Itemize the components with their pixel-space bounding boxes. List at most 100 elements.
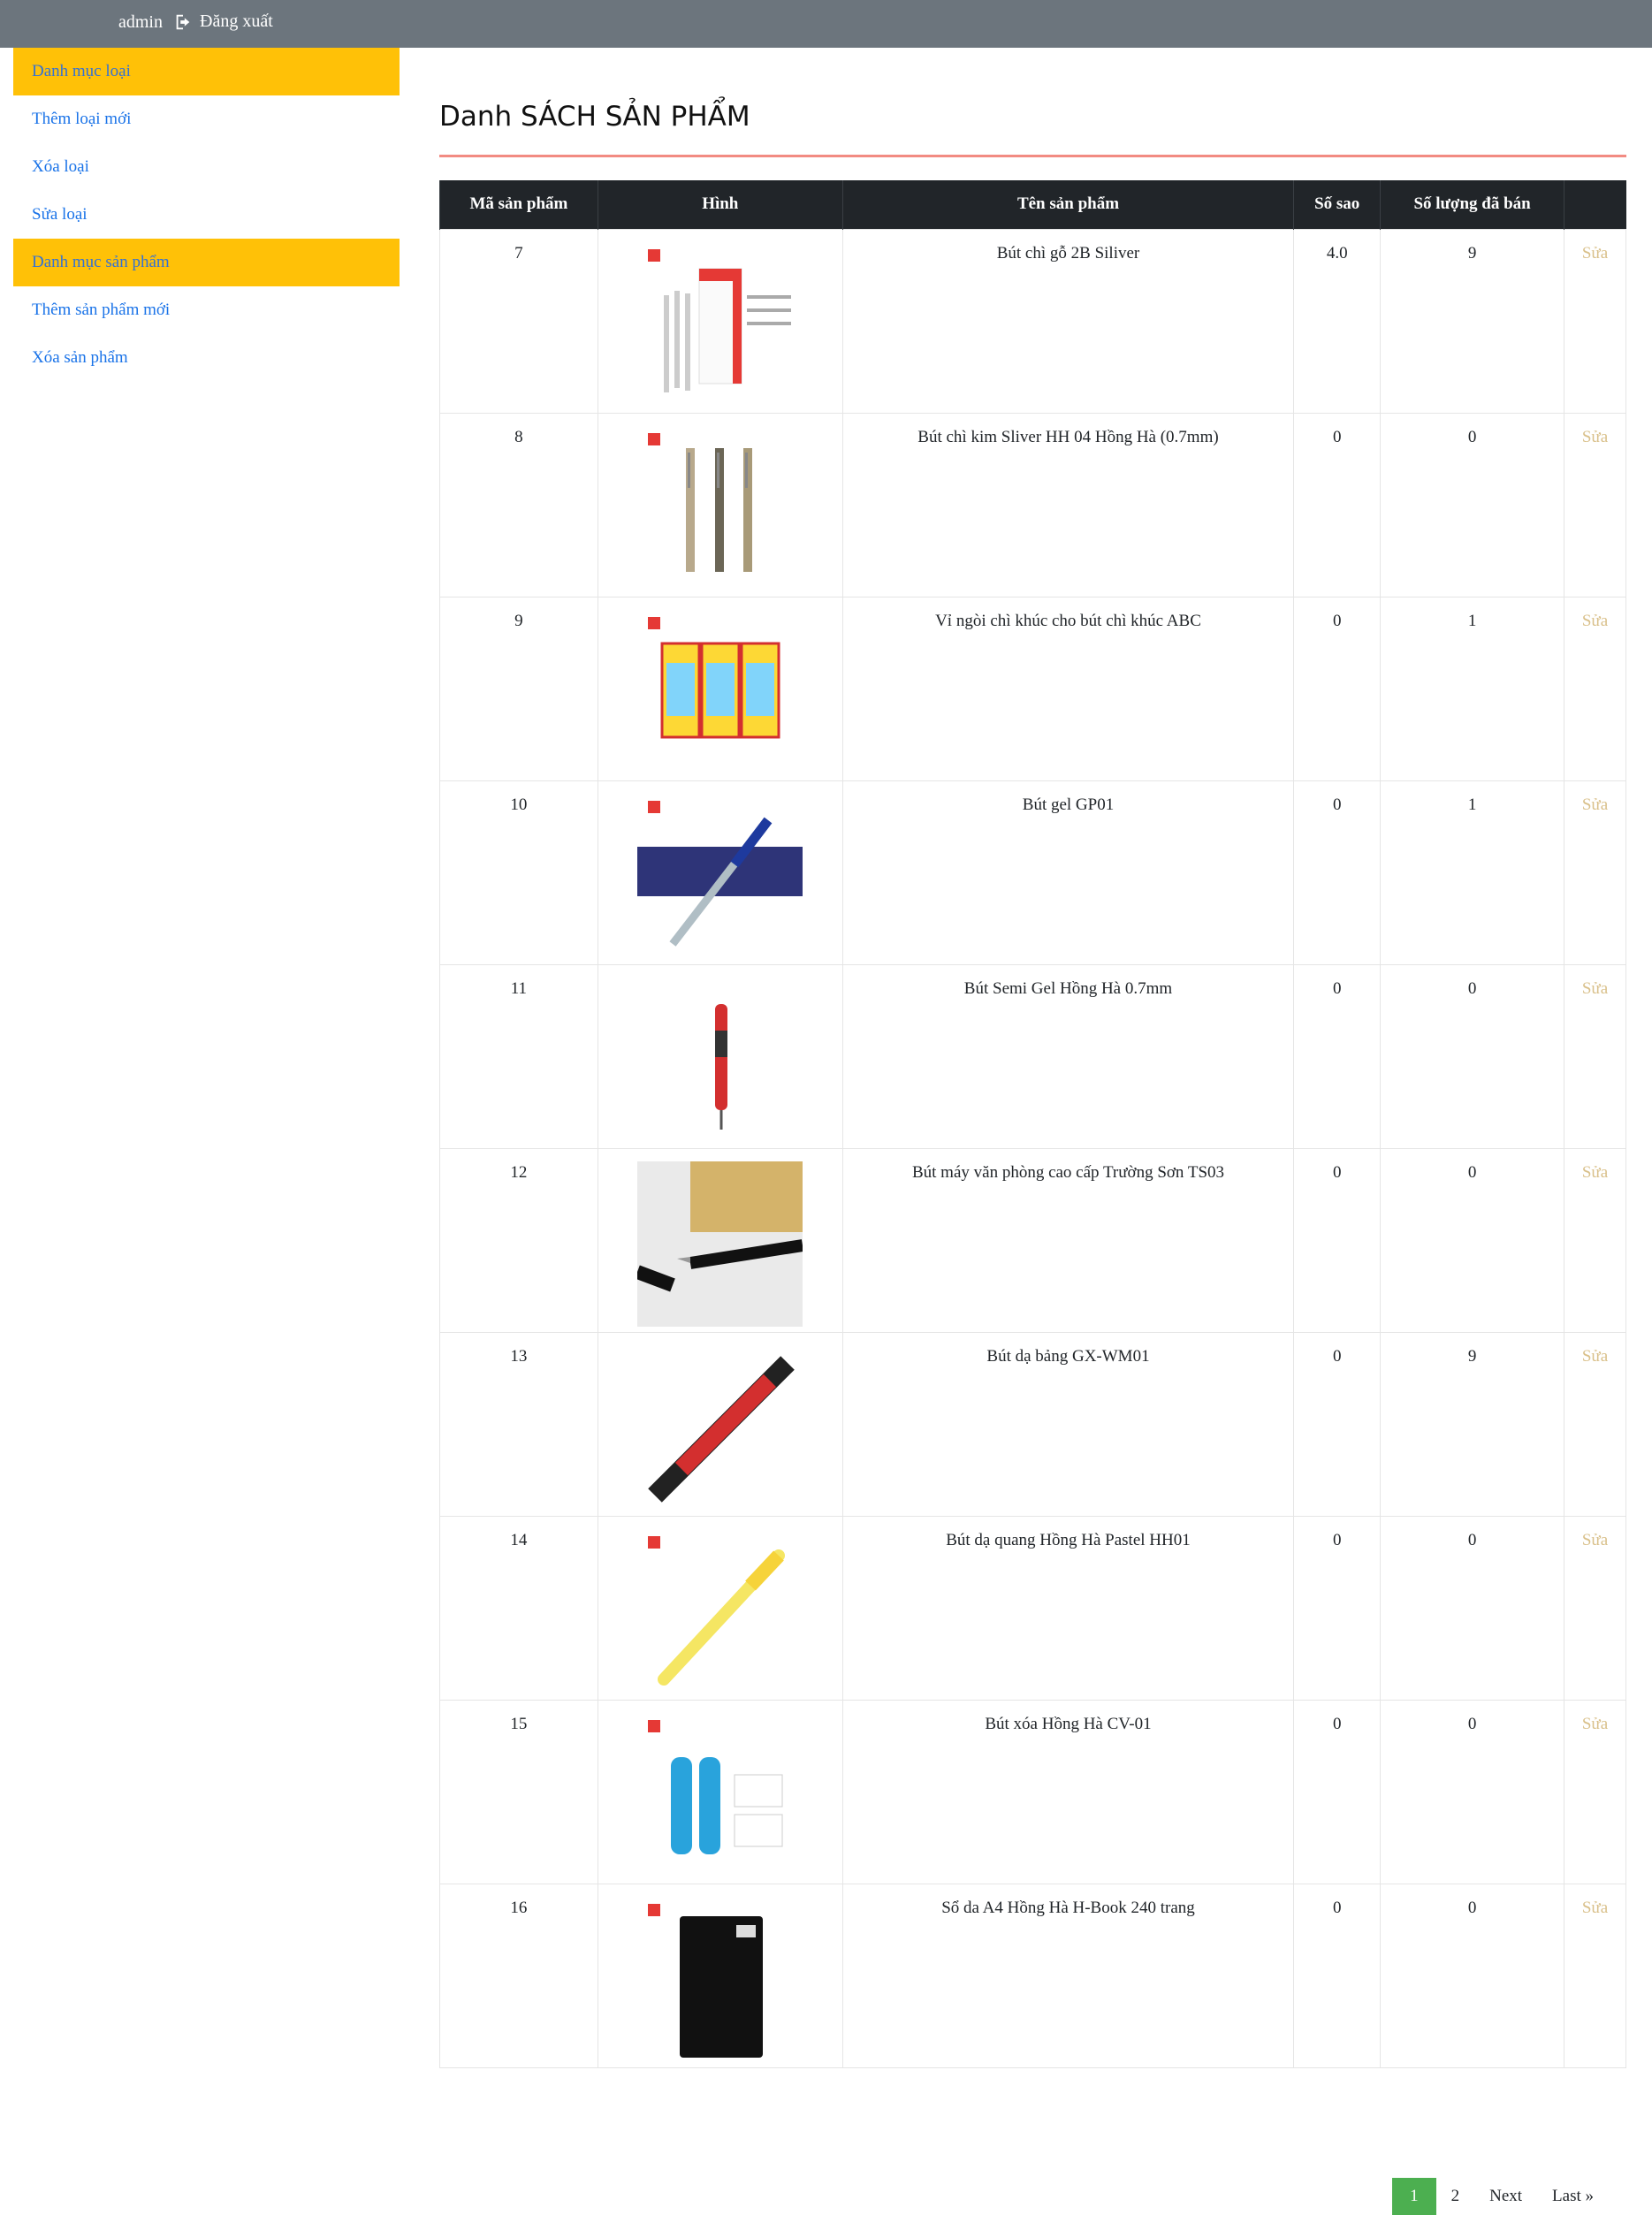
column-header-stars: Số sao: [1293, 180, 1381, 229]
last-page-link[interactable]: Last »: [1537, 2178, 1609, 2215]
product-action-cell: Sửa: [1564, 228, 1626, 414]
username-label: admin: [118, 12, 163, 32]
product-stars: 4.0: [1293, 228, 1382, 414]
column-header-name: Tên sản phẩm: [841, 180, 1294, 229]
table-row: 8 Bút chì kim Sliver HH 04 Hồng Hà (0.7mm…: [439, 412, 1626, 597]
edit-product-link[interactable]: Sửa: [1582, 612, 1608, 630]
edit-product-link[interactable]: Sửa: [1582, 244, 1608, 263]
product-id: 14: [439, 1515, 598, 1701]
product-sold: 9: [1380, 1331, 1564, 1517]
product-image: [637, 1896, 803, 2062]
product-name: Bút chì gỗ 2B Siliver: [841, 228, 1295, 414]
product-image: [637, 1712, 803, 1878]
sidebar-item-add-category[interactable]: Thêm loại mới: [13, 95, 400, 143]
edit-product-link[interactable]: Sửa: [1582, 1715, 1608, 1733]
product-id: 8: [439, 412, 598, 597]
table-row: 15 Bút xóa Hồng Hà CV-01 0 0 Sửa: [439, 1699, 1626, 1884]
edit-product-link[interactable]: Sửa: [1582, 1531, 1608, 1549]
product-id: 10: [439, 780, 598, 965]
product-name: Bút gel GP01: [841, 780, 1295, 965]
product-image: [637, 793, 803, 959]
product-id: 13: [439, 1331, 598, 1517]
table-row: 11 Bút Semi Gel Hồng Hà 0.7mm 0 0 Sửa: [439, 963, 1626, 1149]
product-image-cell: [597, 1699, 843, 1884]
product-action-cell: Sửa: [1564, 1331, 1626, 1517]
table-row: 14 Bút dạ quang Hồng Hà Pastel HH01 0 0 Sửa: [439, 1515, 1626, 1701]
product-sold: 0: [1380, 412, 1564, 597]
product-stars: 0: [1293, 1147, 1382, 1333]
sidebar-item-product-list[interactable]: Danh mục sản phẩm: [13, 239, 400, 286]
table-row: 10 Bút gel GP01 0 1 Sửa: [439, 780, 1626, 965]
column-header-action: [1564, 180, 1626, 229]
product-stars: 0: [1293, 1515, 1382, 1701]
product-image-cell: [597, 412, 843, 597]
table-row: 12 Bút máy văn phòng cao cấp Trường Sơn T…: [439, 1147, 1626, 1333]
product-action-cell: Sửa: [1564, 1515, 1626, 1701]
sidebar-item-delete-category[interactable]: Xóa loại: [13, 143, 400, 191]
product-sold: 1: [1380, 596, 1564, 781]
column-header-sold: Số lượng đã bán: [1380, 180, 1564, 229]
product-action-cell: Sửa: [1564, 963, 1626, 1149]
column-header-image: Hình: [597, 180, 843, 229]
sidebar: Danh mục loại Thêm loại mới Xóa loại Sửa…: [13, 48, 400, 382]
top-navbar: admin Đăng xuất: [0, 0, 1652, 48]
product-image-cell: [597, 1883, 843, 2068]
product-name: Sổ da A4 Hồng Hà H-Book 240 trang: [841, 1883, 1295, 2068]
products-table: Mã sản phẩm Hình Tên sản phẩm Số sao Số …: [439, 180, 1626, 2068]
product-action-cell: Sửa: [1564, 1883, 1626, 2068]
product-name: Bút xóa Hồng Hà CV-01: [841, 1699, 1295, 1884]
product-image-cell: [597, 780, 843, 965]
product-stars: 0: [1293, 780, 1382, 965]
sidebar-item-edit-category[interactable]: Sửa loại: [13, 191, 400, 239]
product-action-cell: Sửa: [1564, 596, 1626, 781]
product-stars: 0: [1293, 1883, 1382, 2068]
product-image: [637, 1344, 803, 1511]
product-id: 7: [439, 228, 598, 414]
product-sold: 0: [1380, 1883, 1564, 2068]
sidebar-item-delete-product[interactable]: Xóa sản phẩm: [13, 334, 400, 382]
product-name: Bút dạ quang Hồng Hà Pastel HH01: [841, 1515, 1295, 1701]
product-image-cell: [597, 1515, 843, 1701]
table-row: 7 Bút chì gỗ 2B Siliver 4.0 9 Sửa: [439, 228, 1626, 414]
product-sold: 0: [1380, 1147, 1564, 1333]
product-name: Bút Semi Gel Hồng Hà 0.7mm: [841, 963, 1295, 1149]
product-stars: 0: [1293, 963, 1382, 1149]
table-row: 16 Sổ da A4 Hồng Hà H-Book 240 trang 0 0 Sửa: [439, 1883, 1626, 2068]
logout-link[interactable]: Đăng xuất: [173, 11, 273, 32]
product-id: 15: [439, 1699, 598, 1884]
product-image: [637, 425, 803, 591]
column-header-id: Mã sản phẩm: [439, 180, 598, 229]
product-image: [637, 609, 803, 775]
product-id: 12: [439, 1147, 598, 1333]
product-id: 9: [439, 596, 598, 781]
edit-product-link[interactable]: Sửa: [1582, 428, 1608, 446]
next-page-link[interactable]: Next: [1474, 2178, 1537, 2215]
product-sold: 0: [1380, 1515, 1564, 1701]
edit-product-link[interactable]: Sửa: [1582, 1899, 1608, 1917]
product-image-cell: [597, 228, 843, 414]
product-stars: 0: [1293, 1331, 1382, 1517]
product-action-cell: Sửa: [1564, 1699, 1626, 1884]
product-name: Vỉ ngòi chì khúc cho bút chì khúc ABC: [841, 596, 1295, 781]
product-image: [637, 977, 803, 1143]
sidebar-item-add-product[interactable]: Thêm sản phẩm mới: [13, 286, 400, 334]
product-stars: 0: [1293, 412, 1382, 597]
edit-product-link[interactable]: Sửa: [1582, 795, 1608, 814]
page-2-link[interactable]: 2: [1436, 2178, 1475, 2215]
product-name: Bút máy văn phòng cao cấp Trường Sơn TS0…: [841, 1147, 1295, 1333]
table-row: 13 Bút dạ bảng GX-WM01 0 9 Sửa: [439, 1331, 1626, 1517]
edit-product-link[interactable]: Sửa: [1582, 1163, 1608, 1182]
product-action-cell: Sửa: [1564, 1147, 1626, 1333]
edit-product-link[interactable]: Sửa: [1582, 979, 1608, 998]
page-1-link[interactable]: 1: [1392, 2178, 1436, 2215]
product-image-cell: [597, 596, 843, 781]
product-stars: 0: [1293, 1699, 1382, 1884]
product-image-cell: [597, 1147, 843, 1333]
product-image-cell: [597, 1331, 843, 1517]
sidebar-item-category-list[interactable]: Danh mục loại: [13, 48, 400, 95]
product-action-cell: Sửa: [1564, 780, 1626, 965]
edit-product-link[interactable]: Sửa: [1582, 1347, 1608, 1366]
sign-out-icon: [176, 14, 190, 29]
product-id: 11: [439, 963, 598, 1149]
product-image: [637, 241, 803, 407]
